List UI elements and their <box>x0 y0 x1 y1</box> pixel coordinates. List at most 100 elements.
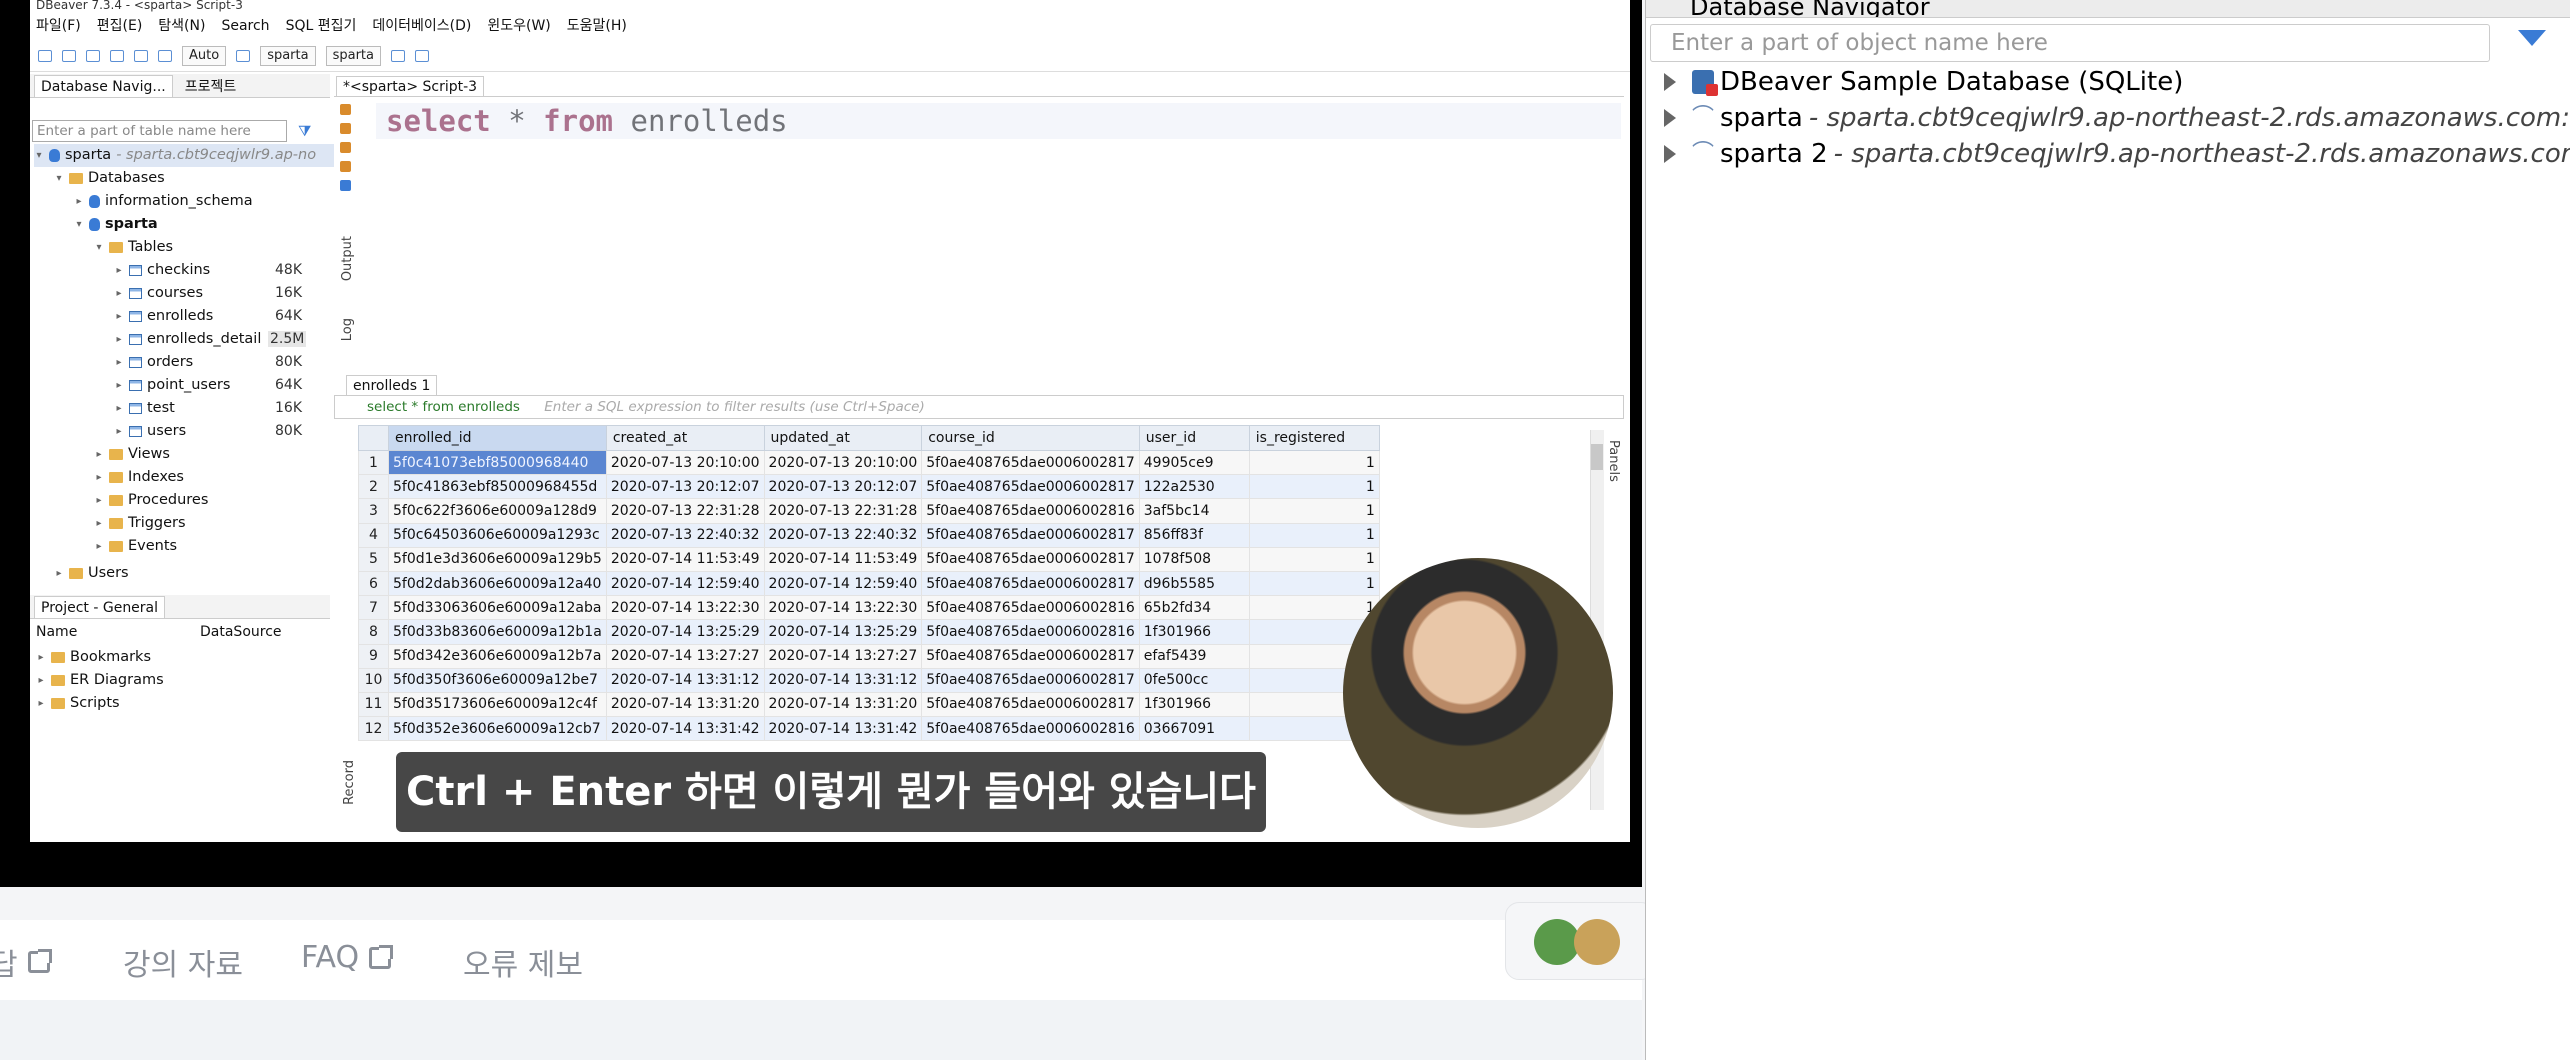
tab-database-navigator[interactable]: Database Navig... <box>34 74 173 97</box>
table-cell[interactable]: 1f301966 <box>1138 619 1250 645</box>
table-cell[interactable]: 5f0d33063606e60009a12aba <box>388 595 607 621</box>
table-cell[interactable]: 1 <box>1248 522 1380 548</box>
table-cell[interactable]: 1 <box>1248 474 1380 500</box>
table-row[interactable]: 11 5f0d35173606e60009a12c4f 2020-07-14 13:… <box>358 691 1380 718</box>
commit-icon[interactable] <box>134 49 148 62</box>
table-cell[interactable]: 1f301966 <box>1138 691 1250 718</box>
table-cell[interactable]: 2020-07-13 20:10:00 <box>605 449 765 476</box>
table-cell[interactable]: 2020-07-14 13:31:12 <box>763 667 923 693</box>
table-cell[interactable]: 2020-07-14 13:31:12 <box>605 667 765 693</box>
row-number[interactable]: 8 <box>358 619 389 645</box>
expand-icon[interactable] <box>1664 109 1676 127</box>
table-cell[interactable]: 2020-07-14 13:25:29 <box>605 619 765 645</box>
column-header[interactable]: user_id <box>1138 425 1250 451</box>
tree-table[interactable]: ▸ users <box>114 420 186 443</box>
tree-tables[interactable]: ▾ Tables <box>94 236 173 259</box>
results-tab-enrolleds[interactable]: enrolleds 1 <box>346 375 438 395</box>
expand-icon[interactable]: ▸ <box>94 535 104 558</box>
object-filter-input[interactable]: Enter a part of object name here <box>1650 24 2490 62</box>
tree-folder-triggers[interactable]: ▸ Triggers <box>94 512 185 535</box>
expand-icon[interactable]: ▸ <box>94 466 104 489</box>
column-header[interactable]: updated_at <box>763 425 923 451</box>
table-cell[interactable]: 5f0d2dab3606e60009a12a40 <box>388 570 607 597</box>
tree-folder-indexes[interactable]: ▸ Indexes <box>94 466 183 489</box>
tree-connection-sparta[interactable]: ⌒ sparta - sparta.cbt9ceqjwlr9.ap-northe… <box>1664 100 2570 136</box>
menu-help[interactable]: 도움말(H) <box>567 14 627 38</box>
table-cell[interactable]: 0fe500cc <box>1138 667 1250 693</box>
tree-folder-procedures[interactable]: ▸ Procedures <box>94 489 208 512</box>
table-cell[interactable]: 2020-07-14 13:31:42 <box>605 716 765 742</box>
row-number[interactable]: 9 <box>358 643 389 669</box>
table-row[interactable]: 10 5f0d350f3606e60009a12be7 2020-07-14 13:… <box>358 667 1380 693</box>
row-number[interactable]: 7 <box>358 595 389 621</box>
table-cell[interactable]: 5f0ae408765dae0006002817 <box>921 570 1140 597</box>
nav-link-faq[interactable]: FAQ <box>301 940 394 975</box>
table-cell[interactable]: 5f0ae408765dae0006002817 <box>921 522 1140 548</box>
menu-database[interactable]: 데이터베이스(D) <box>372 14 471 38</box>
table-cell[interactable]: 5f0ae408765dae0006002817 <box>921 474 1140 500</box>
table-cell[interactable]: 2020-07-14 11:53:49 <box>605 546 765 572</box>
table-filter-input[interactable]: Enter a part of table name here <box>32 120 287 142</box>
collapse-icon[interactable]: ▾ <box>54 167 64 190</box>
tree-schema-information[interactable]: ▸ information_schema <box>74 190 252 213</box>
expand-icon[interactable]: ▸ <box>94 489 104 512</box>
tree-table[interactable]: ▸ checkins <box>114 259 210 282</box>
expand-icon[interactable]: ▸ <box>114 328 124 351</box>
table-cell[interactable]: 5f0ae408765dae0006002817 <box>921 691 1140 718</box>
table-cell[interactable]: 5f0d33b83606e60009a12b1a <box>388 619 607 645</box>
nav-link-report-error[interactable]: 오류 제보 <box>463 940 583 984</box>
scrollbar-thumb[interactable] <box>1591 444 1603 470</box>
row-number[interactable]: 6 <box>358 570 389 597</box>
table-cell[interactable]: efaf5439 <box>1138 643 1250 669</box>
row-number[interactable]: 4 <box>358 522 389 548</box>
expand-icon[interactable]: ▸ <box>54 562 64 585</box>
tree-databases[interactable]: ▾ Databases <box>54 167 164 190</box>
table-cell[interactable]: 5f0d342e3606e60009a12b7a <box>388 643 607 669</box>
collapse-icon[interactable]: ▾ <box>94 236 104 259</box>
row-number[interactable]: 2 <box>358 474 389 500</box>
tree-folder-views[interactable]: ▸ Views <box>94 443 169 466</box>
execute-icon[interactable] <box>339 104 351 115</box>
nav-link-answer[interactable]: 답 <box>0 940 52 984</box>
execute-script-icon[interactable] <box>339 123 351 134</box>
table-cell[interactable]: 5f0c41863ebf85000968455d <box>388 474 607 500</box>
menu-search[interactable]: Search <box>221 14 269 38</box>
table-cell[interactable]: 5f0c64503606e60009a1293c <box>388 522 607 548</box>
table-row[interactable]: 8 5f0d33b83606e60009a12b1a 2020-07-14 13:2… <box>358 619 1380 645</box>
disconnect-icon[interactable] <box>86 49 100 62</box>
table-cell[interactable]: 2020-07-13 22:40:32 <box>605 522 765 548</box>
tree-connection-sparta[interactable]: ▾ sparta - sparta.cbt9ceqjwlr9.ap-no <box>34 144 334 167</box>
tree-schema-sparta[interactable]: ▾ sparta <box>74 213 157 236</box>
row-number[interactable]: 10 <box>358 667 389 693</box>
table-cell[interactable]: 2020-07-13 20:12:07 <box>605 474 765 500</box>
column-header[interactable]: created_at <box>605 425 765 451</box>
table-row[interactable]: 7 5f0d33063606e60009a12aba 2020-07-14 13:2… <box>358 595 1380 621</box>
row-number[interactable]: 12 <box>358 716 389 742</box>
tree-users[interactable]: ▸ Users <box>54 562 128 585</box>
table-cell[interactable]: 5f0ae408765dae0006002816 <box>921 716 1140 742</box>
expand-icon[interactable]: ▸ <box>114 259 124 282</box>
table-cell[interactable]: 2020-07-13 22:31:28 <box>763 498 923 524</box>
sql-editor-icon[interactable] <box>110 49 124 62</box>
column-header[interactable]: course_id <box>921 425 1140 451</box>
table-cell[interactable]: 2020-07-14 13:22:30 <box>605 595 765 621</box>
table-cell[interactable]: 2020-07-14 13:27:27 <box>605 643 765 669</box>
table-row[interactable]: 1 5f0c41073ebf85000968440 2020-07-13 20:10… <box>358 449 1380 476</box>
table-cell[interactable]: 65b2fd34 <box>1138 595 1250 621</box>
save-icon[interactable] <box>339 180 351 191</box>
table-cell[interactable]: 1078f508 <box>1138 546 1250 572</box>
nav-link-materials[interactable]: 강의 자료 <box>123 940 243 984</box>
tree-table[interactable]: ▸ enrolleds_detail <box>114 328 261 351</box>
new-connection-icon[interactable] <box>38 49 52 62</box>
expand-icon[interactable]: ▸ <box>114 305 124 328</box>
row-number[interactable]: 3 <box>358 498 389 524</box>
table-cell[interactable]: 5f0c622f3606e60009a128d9 <box>388 498 607 524</box>
expand-icon[interactable]: ▸ <box>74 190 84 213</box>
table-cell[interactable]: 1 <box>1248 595 1380 621</box>
table-cell[interactable]: 5f0c41073ebf85000968440 <box>388 449 607 476</box>
table-cell[interactable]: 2020-07-14 13:31:42 <box>763 716 923 742</box>
results-filter-bar[interactable]: select * from enrolleds Enter a SQL expr… <box>334 395 1624 419</box>
table-cell[interactable]: 2020-07-13 22:31:28 <box>605 498 765 524</box>
results-grid[interactable]: enrolled_id created_at updated_at course… <box>358 425 1380 742</box>
table-row[interactable]: 4 5f0c64503606e60009a1293c 2020-07-13 22:4… <box>358 522 1380 548</box>
